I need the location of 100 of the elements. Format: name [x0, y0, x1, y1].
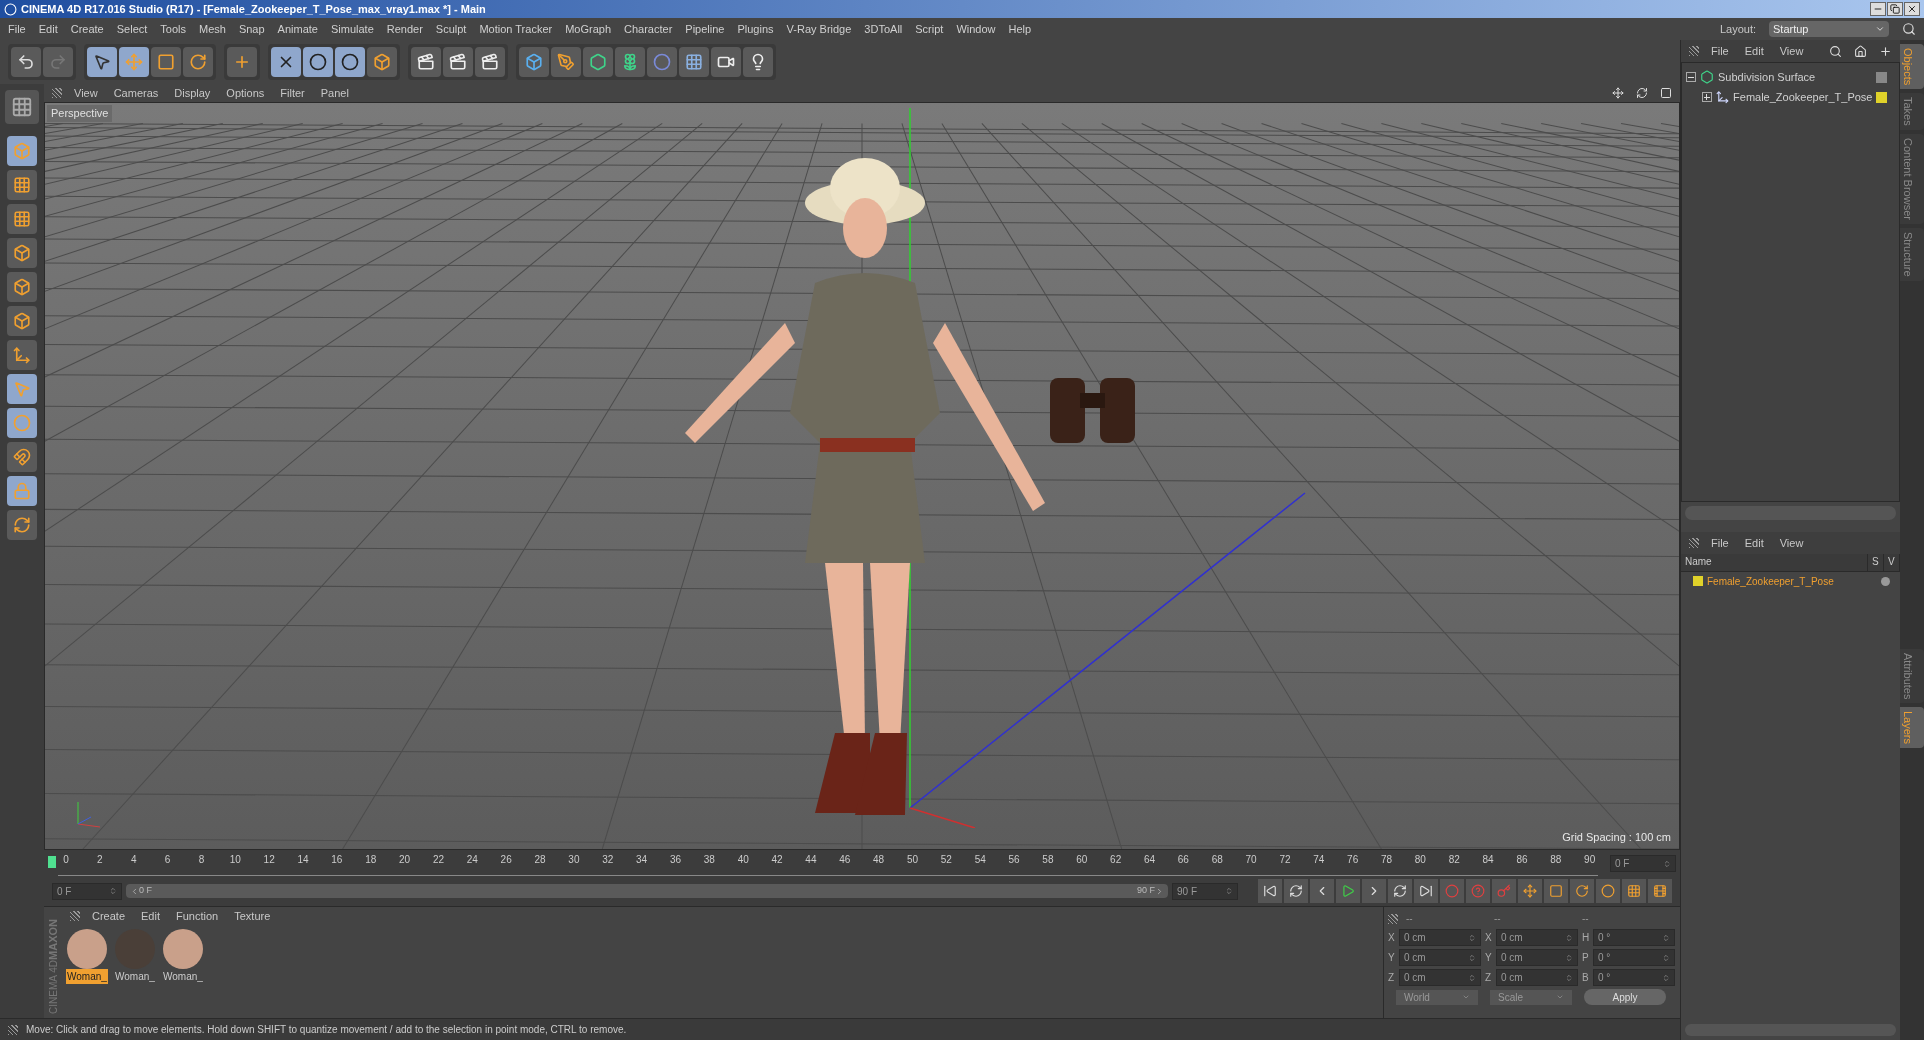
go-to-start-button[interactable] — [1258, 879, 1282, 903]
axis-mode-button[interactable] — [7, 340, 37, 370]
menu-item[interactable]: Select — [116, 20, 148, 38]
layers-menu-item[interactable]: Edit — [1744, 534, 1764, 552]
restore-button[interactable] — [1887, 2, 1903, 16]
move-key-button[interactable] — [1518, 879, 1542, 903]
material-menu-item[interactable]: Create — [92, 907, 126, 925]
stepper-icon[interactable] — [1468, 933, 1476, 942]
objects-menu-item[interactable]: File — [1711, 42, 1729, 60]
viewport-menu-item[interactable]: View — [74, 84, 98, 102]
range-end-handle-icon[interactable] — [1155, 886, 1164, 896]
edges-mode-button[interactable] — [7, 272, 37, 302]
view-tool-button[interactable] — [5, 90, 39, 124]
panel-grip-icon[interactable] — [52, 88, 62, 98]
number-field[interactable]: 0 cm — [1399, 929, 1481, 946]
menu-item[interactable]: Animate — [277, 20, 318, 38]
select-button[interactable] — [87, 47, 117, 77]
frame-range-slider[interactable]: 0 F 90 F — [126, 884, 1168, 898]
column-header[interactable]: Name — [1681, 554, 1868, 571]
point-level-button[interactable] — [1622, 879, 1646, 903]
panel-grip-icon[interactable] — [8, 1024, 18, 1035]
column-header[interactable]: S — [1868, 554, 1884, 571]
maximize-view-icon[interactable] — [1660, 87, 1672, 99]
render-picture-button[interactable] — [443, 47, 473, 77]
stepper-icon[interactable] — [1468, 953, 1476, 962]
render-view-button[interactable] — [411, 47, 441, 77]
stepper-icon[interactable] — [1662, 933, 1670, 942]
number-field[interactable]: 0 cm — [1496, 949, 1578, 966]
object-name[interactable]: Female_Zookeeper_T_Pose — [1733, 88, 1873, 106]
menu-item[interactable]: Mesh — [199, 20, 226, 38]
expand-icon[interactable] — [1702, 92, 1712, 102]
menu-item[interactable]: Tools — [160, 20, 186, 38]
end-frame-field[interactable]: 90 F — [1172, 882, 1238, 900]
menu-item[interactable]: Window — [956, 20, 996, 38]
number-field[interactable]: 0 cm — [1496, 929, 1578, 946]
menu-item[interactable]: Character — [624, 20, 673, 38]
viewport-menu-item[interactable]: Filter — [280, 84, 305, 102]
camera-label[interactable]: Perspective — [47, 105, 113, 122]
panel-grip-icon[interactable] — [1689, 46, 1699, 56]
minimize-button[interactable] — [1870, 2, 1886, 16]
add-button[interactable] — [227, 47, 257, 77]
number-field[interactable]: 0 ° — [1593, 949, 1675, 966]
layer-name[interactable]: Female_Zookeeper_T_Pose — [1707, 573, 1877, 589]
camera-button[interactable] — [711, 47, 741, 77]
layout-dropdown[interactable]: Startup — [1769, 21, 1889, 37]
stepper-icon[interactable] — [1663, 859, 1671, 868]
stepper-icon[interactable] — [1662, 973, 1670, 982]
rotate-button[interactable] — [183, 47, 213, 77]
viewport-menu-item[interactable]: Display — [174, 84, 211, 102]
stepper-icon[interactable] — [1565, 933, 1573, 942]
add-icon[interactable] — [1879, 44, 1892, 58]
menu-item[interactable]: File — [8, 20, 26, 38]
side-tab[interactable]: Content Browser — [1900, 134, 1924, 224]
menu-item[interactable]: Sculpt — [435, 20, 467, 38]
menu-item[interactable]: Pipeline — [685, 20, 725, 38]
objects-menu-item[interactable]: View — [1779, 42, 1804, 60]
menu-item[interactable]: MoGraph — [565, 20, 612, 38]
range-start-handle-icon[interactable] — [130, 886, 139, 896]
texture-mode-button[interactable] — [7, 170, 37, 200]
polygons-mode-button[interactable] — [7, 306, 37, 336]
collapse-icon[interactable] — [1686, 72, 1696, 82]
search-icon[interactable] — [1829, 44, 1842, 58]
layers-menu-item[interactable]: File — [1711, 534, 1729, 552]
generator-toggle-icon[interactable] — [1876, 71, 1887, 83]
stepper-icon[interactable] — [1225, 887, 1233, 895]
number-field[interactable]: 0 cm — [1399, 969, 1481, 986]
scale-button[interactable] — [151, 47, 181, 77]
number-field[interactable]: 0 cm — [1399, 949, 1481, 966]
close-button[interactable] — [1904, 2, 1920, 16]
scale-key-button[interactable] — [1544, 879, 1568, 903]
pan-view-icon[interactable] — [1612, 87, 1624, 99]
cube-button[interactable] — [519, 47, 549, 77]
menu-item[interactable]: Plugins — [737, 20, 774, 38]
menu-item[interactable]: V-Ray Bridge — [786, 20, 852, 38]
workplane-mode-button[interactable] — [7, 204, 37, 234]
number-field[interactable]: 0 ° — [1593, 929, 1675, 946]
x-axis-button[interactable] — [271, 47, 301, 77]
material-menu-item[interactable]: Function — [176, 907, 219, 925]
stepper-icon[interactable] — [1565, 973, 1573, 982]
solo-toggle-icon[interactable] — [1881, 576, 1890, 586]
menu-item[interactable]: Help — [1008, 20, 1032, 38]
floor-button[interactable] — [679, 47, 709, 77]
material-name[interactable]: Woman_ — [114, 969, 156, 984]
panel-grip-icon[interactable] — [1689, 538, 1699, 548]
side-tab[interactable]: Structure — [1900, 228, 1924, 281]
layers-menu-item[interactable]: View — [1779, 534, 1804, 552]
current-frame-field[interactable]: 0 F — [1610, 855, 1676, 872]
stepper-icon[interactable] — [109, 887, 117, 895]
menu-item[interactable]: Script — [915, 20, 944, 38]
workplane-button[interactable] — [7, 510, 37, 540]
viewport-menu-item[interactable]: Options — [226, 84, 265, 102]
menu-item[interactable]: Snap — [238, 20, 265, 38]
objects-menu-item[interactable]: Edit — [1744, 42, 1764, 60]
subdivision-button[interactable] — [583, 47, 613, 77]
rotate-key-button[interactable] — [1570, 879, 1594, 903]
material-menu-item[interactable]: Edit — [141, 907, 160, 925]
stepper-icon[interactable] — [1662, 953, 1670, 962]
snap-button[interactable] — [7, 442, 37, 472]
start-frame-field[interactable]: 0 F — [52, 882, 122, 900]
menu-item[interactable]: Create — [70, 20, 104, 38]
